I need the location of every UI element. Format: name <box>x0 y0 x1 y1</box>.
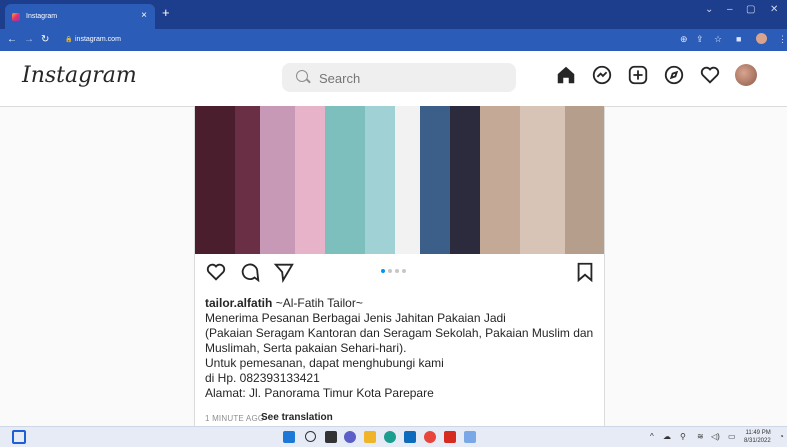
windows-taskbar: ^ ☁ ⚲ ≋ ◁) ▭ 11:49 PM 8/31/2022 ◔ <box>0 426 787 447</box>
carousel-dot <box>402 269 406 273</box>
maximize-button[interactable]: ▢ <box>746 4 755 15</box>
file-explorer-icon[interactable] <box>364 431 376 443</box>
back-icon[interactable]: ← <box>7 34 17 45</box>
minimize-button[interactable]: – <box>727 4 733 15</box>
chat-icon[interactable] <box>344 431 356 443</box>
chrome-icon[interactable] <box>424 431 436 443</box>
search-box[interactable] <box>282 63 516 92</box>
tab-close-icon[interactable]: × <box>141 10 147 21</box>
home-icon[interactable] <box>555 64 577 86</box>
url-field[interactable]: instagram.com <box>75 36 121 43</box>
carousel-dot <box>388 269 392 273</box>
comment-icon[interactable] <box>239 261 261 283</box>
search-taskbar-icon[interactable] <box>305 431 316 442</box>
clock-date: 8/31/2022 <box>744 438 771 444</box>
battery-icon[interactable]: ▭ <box>728 432 736 441</box>
profile-avatar-icon[interactable] <box>756 33 767 44</box>
usb-icon[interactable]: ⚲ <box>680 432 686 441</box>
see-translation-link[interactable]: See translation <box>261 412 333 423</box>
tab-title: Instagram <box>26 13 58 20</box>
instagram-header: Instagram <box>0 51 787 107</box>
caption-line: Alamat: Jl. Panorama Timur Kota Parepare <box>205 386 434 400</box>
post-timestamp[interactable]: 1 MINUTE AGO <box>205 414 264 423</box>
tray-chevron-icon[interactable]: ^ <box>650 432 654 441</box>
new-tab-button[interactable]: + <box>162 5 170 20</box>
caption-line: di Hp. 082393133421 <box>205 371 320 385</box>
post-photo[interactable] <box>195 106 604 254</box>
instagram-favicon-icon <box>12 12 20 21</box>
carousel-dot <box>381 269 385 273</box>
browser-tabstrip: Instagram × + ⌄ – ▢ ✕ <box>0 0 787 29</box>
caption-line: ~Al-Fatih Tailor~ <box>275 296 363 310</box>
forward-icon[interactable]: → <box>24 34 34 45</box>
edge-icon[interactable] <box>384 431 396 443</box>
save-bookmark-icon[interactable] <box>575 261 595 283</box>
new-post-icon[interactable] <box>627 64 649 86</box>
address-bar-row: ← → ↻ 🔒 instagram.com ⊕ ⇪ ☆ ■ ⋮ <box>0 29 787 51</box>
caption-line: Untuk pemesanan, dapat menghubungi kami <box>205 356 444 370</box>
zoom-icon[interactable]: ⊕ <box>680 34 688 45</box>
share-icon[interactable]: ⇪ <box>696 34 704 45</box>
acrobat-icon[interactable] <box>444 431 456 443</box>
search-input[interactable] <box>317 69 501 87</box>
task-view-icon[interactable] <box>12 430 26 444</box>
bookmark-star-icon[interactable]: ☆ <box>714 34 722 45</box>
start-windows-icon[interactable] <box>283 431 295 443</box>
volume-icon[interactable]: ◁) <box>711 432 720 441</box>
wifi-icon[interactable]: ≋ <box>697 432 704 441</box>
taskbar-clock[interactable]: 11:49 PM 8/31/2022 <box>744 429 771 445</box>
lock-icon[interactable]: 🔒 <box>65 36 72 43</box>
tab-search-icon[interactable]: ⌄ <box>705 4 713 15</box>
messenger-icon[interactable] <box>591 64 613 86</box>
reload-icon[interactable]: ↻ <box>41 34 49 45</box>
post-caption: tailor.alfatih ~Al-Fatih Tailor~ Menerim… <box>205 296 600 401</box>
caption-line: Muslimah, Serta pakaian Sehari-hari). <box>205 341 407 355</box>
carousel-dot <box>395 269 399 273</box>
post-actions <box>195 259 604 287</box>
explore-icon[interactable] <box>663 64 685 86</box>
clock-time: 11:49 PM <box>745 430 771 436</box>
taskview-taskbar-icon[interactable] <box>325 431 337 443</box>
notification-icon[interactable]: ◔ <box>779 432 784 441</box>
activity-heart-icon[interactable] <box>699 64 721 86</box>
search-icon <box>296 70 308 82</box>
caption-line: (Pakaian Seragam Kantoran dan Seragam Se… <box>205 326 594 340</box>
caption-line: Menerima Pesanan Berbagai Jenis Jahitan … <box>205 311 506 325</box>
photos-icon[interactable] <box>464 431 476 443</box>
like-heart-icon[interactable] <box>205 261 227 283</box>
post-username[interactable]: tailor.alfatih <box>205 296 272 310</box>
close-window-button[interactable]: ✕ <box>770 4 778 15</box>
instagram-logo[interactable]: Instagram <box>22 63 137 88</box>
carousel-dots <box>381 269 406 273</box>
tab-instagram[interactable]: Instagram × <box>5 4 155 29</box>
sidebar-icon[interactable]: ■ <box>736 34 741 44</box>
profile-avatar[interactable] <box>735 64 757 86</box>
onedrive-icon[interactable]: ☁ <box>663 432 671 441</box>
header-nav-icons <box>555 64 757 86</box>
menu-icon[interactable]: ⋮ <box>778 34 787 45</box>
feed-post: tailor.alfatih ~Al-Fatih Tailor~ Menerim… <box>194 106 605 426</box>
share-paper-plane-icon[interactable] <box>273 261 295 283</box>
store-icon[interactable] <box>404 431 416 443</box>
